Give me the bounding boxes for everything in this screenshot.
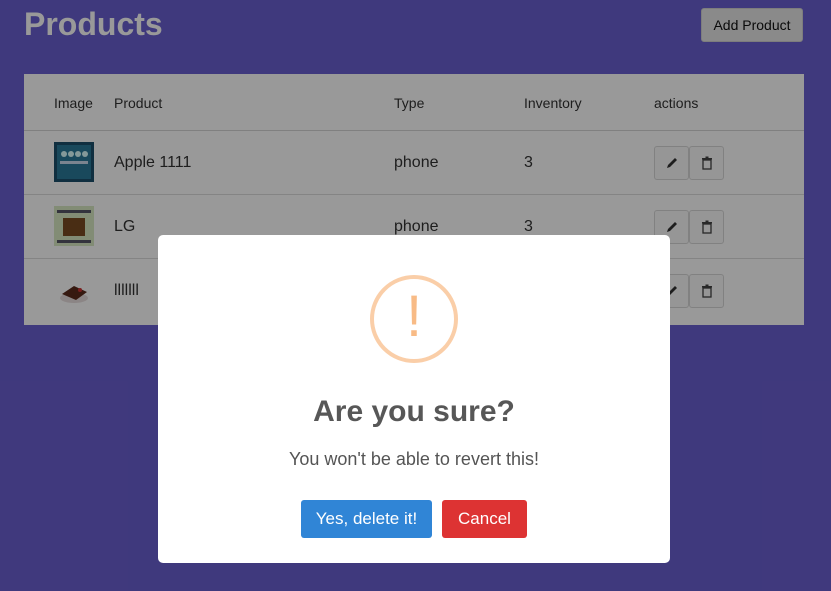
dialog-message: You won't be able to revert this! — [289, 449, 539, 469]
exclamation-mark: ! — [405, 284, 423, 349]
cancel-button[interactable]: Cancel — [442, 500, 527, 538]
confirm-dialog: ! Are you sure? You won't be able to rev… — [158, 235, 670, 563]
warning-icon: ! — [370, 275, 458, 363]
dialog-title: Are you sure? — [313, 395, 515, 428]
confirm-delete-button[interactable]: Yes, delete it! — [301, 500, 432, 538]
